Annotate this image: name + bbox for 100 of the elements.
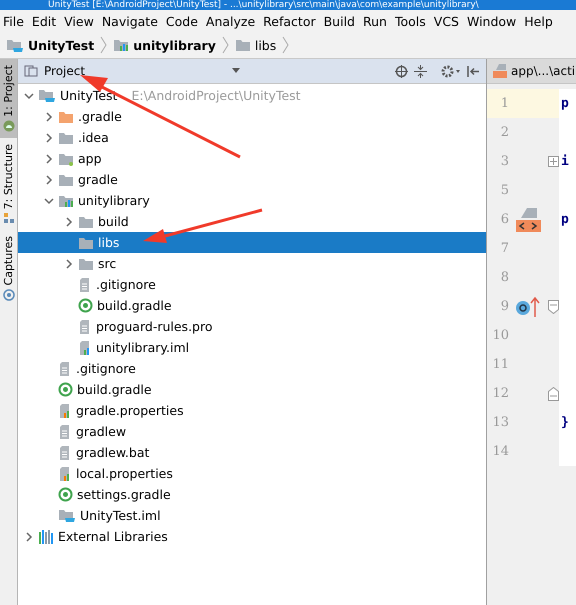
tree-item[interactable]: app [18, 148, 486, 169]
gradle-icon [58, 382, 73, 397]
editor-tab[interactable]: app\...\acti [487, 59, 576, 84]
tree-item[interactable]: .idea [18, 127, 486, 148]
properties-file-icon [58, 466, 72, 482]
line-number: 9 [500, 299, 509, 314]
menu-item[interactable]: Build [320, 14, 360, 28]
tree-item[interactable]: src [18, 253, 486, 274]
menu-item[interactable]: Help [521, 14, 558, 28]
project-folder-icon [58, 508, 76, 523]
xml-file-icon [515, 206, 541, 232]
android-icon [2, 120, 14, 132]
project-view-icon [24, 65, 38, 77]
folder-icon [78, 236, 94, 250]
side-tab[interactable]: 1: Project [0, 59, 17, 138]
breadcrumb[interactable]: libs [234, 38, 276, 52]
target-icon[interactable] [395, 64, 408, 78]
tree-item[interactable]: build [18, 211, 486, 232]
side-tab[interactable]: 7: Structure [0, 138, 17, 230]
line-number: 14 [491, 444, 509, 459]
xml-file-icon [493, 64, 507, 78]
text-file-icon [58, 424, 72, 440]
menu-item[interactable]: Refactor [260, 14, 321, 28]
breadcrumb[interactable]: unitylibrary [113, 38, 216, 52]
line-number: 2 [500, 125, 509, 140]
gradle-icon [58, 487, 73, 502]
line-number: 5 [500, 183, 509, 198]
menu-item[interactable]: Navigate [98, 14, 163, 28]
line-number: 1 [500, 96, 509, 111]
camera-icon [2, 288, 14, 301]
line-number: 8 [500, 270, 509, 285]
tree-item[interactable]: .gitignore [18, 274, 486, 295]
text-file-icon [78, 276, 92, 292]
dropdown-caret-icon[interactable] [231, 68, 242, 74]
folder-icon [58, 172, 74, 186]
project-folder-icon [6, 38, 24, 52]
tree-item[interactable]: .gradle [18, 106, 486, 127]
hide-panel-icon[interactable] [467, 64, 480, 78]
tree-item[interactable]: UnityTest.iml [18, 505, 486, 526]
properties-file-icon [58, 402, 72, 418]
project-path: E:\AndroidProject\UnityTest [131, 88, 301, 103]
menu-item[interactable]: View [61, 14, 99, 28]
folder-icon [78, 256, 94, 270]
separator-icon [222, 36, 229, 54]
tree-item[interactable]: External Libraries [18, 526, 486, 547]
side-tab[interactable]: Captures [0, 230, 17, 307]
collapse-all-icon[interactable] [414, 64, 427, 78]
override-icon [515, 296, 541, 318]
tree-item[interactable]: local.properties [18, 463, 486, 484]
tree-item[interactable]: settings.gradle [18, 484, 486, 505]
fold-expand-icon[interactable] [548, 156, 558, 167]
settings-icon[interactable] [441, 64, 461, 78]
folder-icon [58, 110, 74, 124]
line-number: 3 [500, 154, 509, 169]
folder-icon [78, 214, 94, 228]
tree-item[interactable]: libs [18, 232, 486, 253]
menu-item[interactable]: Analyze [202, 14, 260, 28]
text-file-icon [58, 360, 72, 376]
module-folder-icon [58, 194, 74, 208]
folder-icon [58, 130, 74, 144]
tree-item[interactable]: unitylibrary.iml [18, 337, 486, 358]
module-file-icon [78, 340, 92, 356]
folder-icon [58, 152, 74, 166]
line-number: 7 [500, 241, 509, 256]
tree-item[interactable]: proguard-rules.pro [18, 316, 486, 337]
line-number: 10 [491, 328, 509, 343]
window-title: UnityTest [E:\AndroidProject\UnityTest] - ...\unitylibrary\src\main\java\com\example\unitylibrary\ [0, 0, 576, 10]
menu-item[interactable]: Run [360, 14, 392, 28]
module-folder-icon [113, 38, 130, 52]
menu-item[interactable]: Window [464, 14, 522, 28]
structure-icon [2, 212, 14, 224]
fold-end-icon[interactable] [548, 386, 558, 400]
tree-item[interactable]: unitylibrary [18, 190, 486, 211]
line-number: 6 [500, 212, 509, 227]
text-file-icon [58, 444, 72, 460]
tree-item[interactable]: .gitignore [18, 358, 486, 379]
fold-collapse-icon[interactable] [548, 300, 558, 314]
separator-icon [100, 36, 108, 54]
menu-item[interactable]: Tools [392, 14, 431, 28]
project-folder-icon [38, 88, 56, 103]
text-file-icon [78, 318, 92, 334]
panel-title[interactable]: Project [44, 64, 86, 78]
tree-item[interactable]: gradlew.bat [18, 442, 486, 463]
tree-item[interactable]: gradlew [18, 421, 486, 442]
folder-icon [234, 38, 251, 52]
menu-item[interactable]: VCS [430, 14, 464, 28]
menu-item[interactable]: Code [162, 14, 203, 28]
tree-item[interactable]: gradle [18, 169, 486, 190]
gradle-icon [78, 298, 93, 313]
breadcrumb[interactable]: UnityTest [6, 38, 94, 52]
tree-item[interactable]: gradle.properties [18, 400, 486, 421]
line-number: 11 [491, 357, 509, 372]
tree-item[interactable]: UnityTest E:\AndroidProject\UnityTest [18, 85, 486, 106]
tree-item[interactable]: build.gradle [18, 295, 486, 316]
line-number: 13 [491, 415, 509, 430]
tree-item[interactable]: build.gradle [18, 379, 486, 400]
menu-item[interactable]: Edit [28, 14, 62, 28]
menu-item[interactable]: File [0, 14, 29, 28]
separator-icon [282, 36, 290, 54]
libraries-icon [38, 530, 54, 544]
